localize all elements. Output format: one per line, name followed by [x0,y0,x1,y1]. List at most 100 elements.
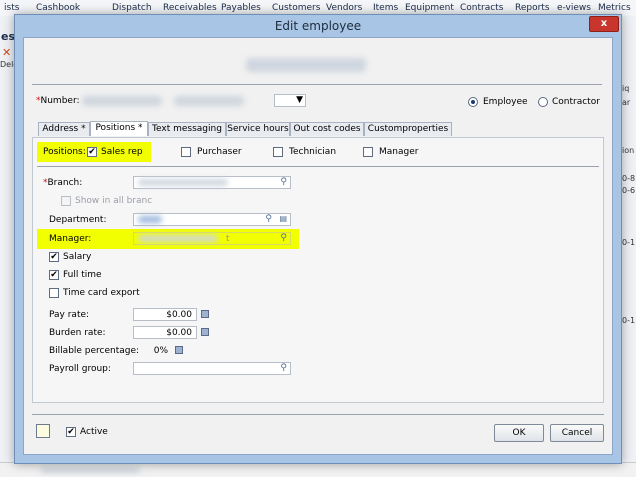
blurred-status-text [40,467,140,473]
payroll-group-field[interactable]: ⚲ [133,362,291,375]
number-value-extra [174,96,244,106]
cancel-button[interactable]: Cancel [550,424,604,442]
background-fragment: ar [622,98,631,107]
background-fragment: 0-8 [622,174,636,183]
background-fragment: 0-1 [622,316,636,325]
contractor-radio[interactable] [538,97,548,107]
manager-value [138,235,218,242]
ok-button[interactable]: OK [494,424,544,442]
check-icon: ✔ [67,427,75,437]
footer-divider [32,414,604,415]
salary-label: Salary [63,252,92,262]
pay-rate-label: Pay rate: [49,310,90,320]
tab-service-hours[interactable]: Service hours [226,122,290,136]
background-fragment-es: es [1,30,16,43]
department-field[interactable]: ⚲ ▤ [133,213,291,226]
background-fragment: ion [622,146,635,155]
menu-item-cashbook[interactable]: Cashbook [36,3,80,13]
search-icon[interactable]: ⚲ [265,214,272,224]
new-item-icon[interactable]: ▤ [279,214,287,223]
notes-icon[interactable] [36,424,50,438]
calculator-icon[interactable] [201,310,209,318]
search-icon[interactable]: ⚲ [280,363,287,373]
menu-item-customers[interactable]: Customers [272,3,320,13]
background-left-panel: es ✕ Dele [0,16,18,476]
pay-rate-value: $0.00 [166,310,192,320]
menu-item-receivables[interactable]: Receivables [163,3,217,13]
background-fragment: 0-1 [622,238,636,247]
contractor-radio-label: Contractor [552,97,600,107]
burden-rate-value: $0.00 [166,328,192,338]
dialog-title: Edit employee [274,19,362,33]
technician-checkbox[interactable] [273,147,283,157]
department-value [138,216,162,223]
background-fragment: 0-6 [622,186,636,195]
burden-rate-field[interactable]: $0.00 [133,326,197,339]
billable-percentage-value: 0% [153,346,168,356]
dialog-client-area: *Number: ▼ Employee Contractor Address *… [23,37,613,455]
calculator-icon[interactable] [201,328,209,336]
full-time-checkbox[interactable]: ✔ [49,270,59,280]
department-label: Department: [49,215,107,225]
menu-item-lists[interactable]: ists [4,3,19,13]
manager-field[interactable]: t ⚲ [133,232,291,245]
chevron-down-icon: ▼ [296,95,303,105]
search-icon[interactable]: ⚲ [280,233,287,243]
manager-position-label: Manager [379,147,419,157]
menu-item-items[interactable]: Items [373,3,398,13]
background-right-panel: iq ar ion 0-8 0-6 0-1 0-1 [620,16,636,476]
menu-item-e-views[interactable]: e-views [557,3,591,13]
manager-position-checkbox[interactable] [363,147,373,157]
active-checkbox[interactable]: ✔ [66,427,76,437]
background-fragment: iq [622,84,630,93]
edit-employee-dialog: Edit employee x *Number: ▼ Employee Cont… [14,14,622,464]
show-in-all-branches-label: Show in all branc [75,196,153,206]
close-button[interactable]: x [589,16,619,32]
menu-item-equipment[interactable]: Equipment [405,3,454,13]
menu-item-dispatch[interactable]: Dispatch [112,3,152,13]
check-icon: ✔ [50,270,58,280]
tab-positions[interactable]: Positions * [90,121,148,136]
billable-percentage-label: Billable percentage: [49,346,140,356]
menu-item-reports[interactable]: Reports [515,3,550,13]
check-icon: ✔ [88,147,96,157]
positions-divider [37,166,599,167]
pay-rate-field[interactable]: $0.00 [133,308,197,321]
sales-rep-checkbox[interactable]: ✔ [87,147,97,157]
sales-rep-label: Sales rep [101,147,143,157]
calculator-icon[interactable] [175,346,183,354]
technician-label: Technician [289,147,337,157]
tab-out-cost-codes[interactable]: Out cost codes [290,122,364,136]
time-card-export-label: Time card export [63,288,140,298]
tab-panel-positions: Positions: ✔ Sales rep Purchaser Technic… [32,137,604,403]
menu-item-contracts[interactable]: Contracts [460,3,503,13]
manager-value-fragment: t [226,234,230,244]
check-icon: ✔ [50,252,58,262]
active-label: Active [80,427,108,437]
time-card-export-checkbox[interactable] [49,288,59,298]
employee-name-header [246,58,366,72]
branch-label: *Branch: [43,178,83,188]
tab-customproperties[interactable]: Customproperties [364,122,452,136]
purchaser-checkbox[interactable] [181,147,191,157]
billable-percentage-field[interactable]: 0% [133,344,171,357]
branch-value [138,179,228,186]
tab-text-messaging[interactable]: Text messaging [148,122,226,136]
tab-address[interactable]: Address * [38,122,90,136]
number-label: *Number: [36,96,80,106]
employee-radio-label: Employee [483,97,528,107]
menu-item-payables[interactable]: Payables [221,3,261,13]
branch-field[interactable]: ⚲ [133,176,291,189]
number-dropdown[interactable]: ▼ [274,94,306,107]
show-in-all-branches-checkbox[interactable] [61,196,71,206]
search-icon[interactable]: ⚲ [280,177,287,187]
salary-checkbox[interactable]: ✔ [49,252,59,262]
delete-icon[interactable]: ✕ [2,46,11,59]
employee-radio[interactable] [468,97,478,107]
menu-item-vendors[interactable]: Vendors [326,3,362,13]
manager-label: Manager: [49,234,92,244]
menu-item-metrics[interactable]: Metrics [598,3,631,13]
header-divider [32,84,602,85]
positions-label: Positions: [43,147,86,157]
full-time-label: Full time [63,270,102,280]
